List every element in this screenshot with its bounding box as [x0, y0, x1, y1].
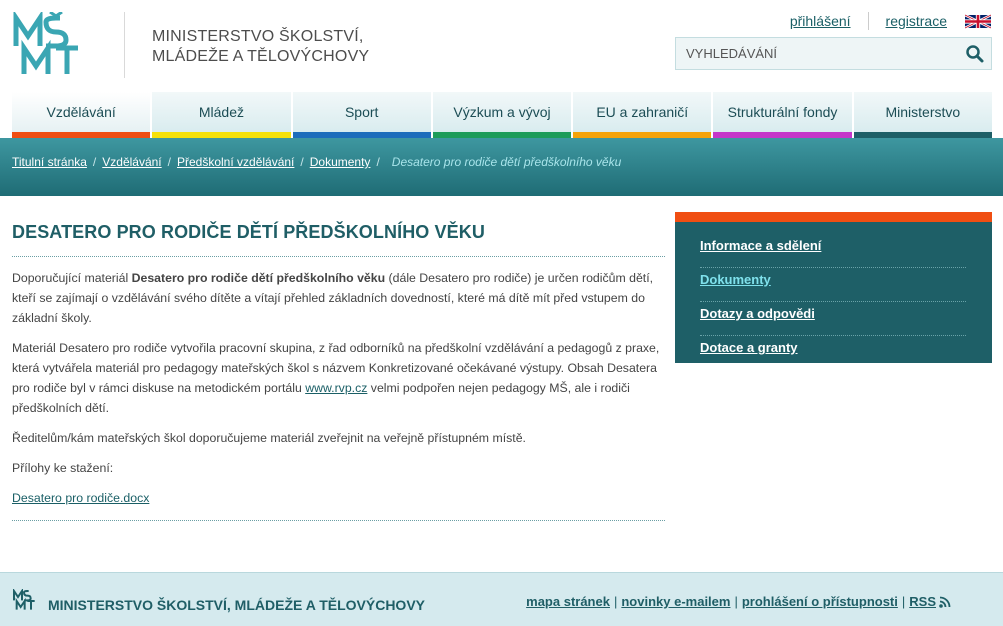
- org-name-line2: MLÁDEŽE A TĚLOVÝCHOVY: [152, 48, 370, 65]
- logo-divider: [124, 12, 125, 78]
- nav-item-sport[interactable]: Sport: [292, 92, 431, 138]
- breadcrumb-separator: /: [300, 155, 304, 169]
- paragraph-1: Doporučující materiál Desatero pro rodič…: [12, 268, 665, 328]
- attachment-link[interactable]: Desatero pro rodiče.docx: [12, 491, 149, 505]
- main-nav: Vzdělávání Mládež Sport Výzkum a vývoj E…: [12, 92, 992, 138]
- rss-icon[interactable]: [939, 596, 951, 608]
- nav-item-label: Vzdělávání: [46, 104, 116, 120]
- login-link[interactable]: přihlášení: [790, 13, 851, 29]
- nav-item-label: Strukturální fondy: [727, 104, 838, 120]
- breadcrumb: Titulní stránka / Vzdělávání / Předškoln…: [12, 155, 621, 169]
- msmt-logo[interactable]: [12, 12, 104, 78]
- nav-item-mladez[interactable]: Mládež: [152, 92, 291, 138]
- paragraph-2: Materiál Desatero pro rodiče vytvořila p…: [12, 338, 665, 418]
- top-links: přihlášení registrace: [790, 12, 991, 30]
- breadcrumb-bar: Titulní stránka / Vzdělávání / Předškoln…: [0, 138, 1003, 196]
- article-body: Doporučující materiál Desatero pro rodič…: [12, 257, 665, 508]
- nav-item-label: Sport: [344, 104, 379, 120]
- footer-separator: |: [734, 594, 738, 609]
- nav-item-ministerstvo[interactable]: Ministerstvo: [853, 92, 992, 138]
- main-content: DESATERO PRO RODIČE DĚTÍ PŘEDŠKOLNÍHO VĚ…: [12, 212, 665, 521]
- nav-item-label: Mládež: [198, 104, 244, 120]
- footer-separator: |: [901, 594, 906, 609]
- attachments-label: Přílohy ke stažení:: [12, 461, 114, 475]
- footer-logo[interactable]: [12, 589, 44, 611]
- footer-link-accessibility[interactable]: prohlášení o přístupnosti: [742, 594, 898, 609]
- attachment-item: Desatero pro rodiče.docx: [12, 488, 665, 508]
- nav-item-label: Výzkum a vývoj: [453, 104, 551, 120]
- breadcrumb-predskolni[interactable]: Předškolní vzdělávání: [177, 155, 294, 169]
- footer-link-rss[interactable]: RSS: [909, 594, 936, 609]
- org-name: MINISTERSTVO ŠKOLSTVÍ, MLÁDEŽE A TĚLOVÝC…: [152, 27, 369, 67]
- content-divider: [12, 520, 665, 521]
- page-title: DESATERO PRO RODIČE DĚTÍ PŘEDŠKOLNÍHO VĚ…: [12, 212, 665, 257]
- nav-item-vzdelavani[interactable]: Vzdělávání: [12, 92, 151, 138]
- breadcrumb-home[interactable]: Titulní stránka: [12, 155, 87, 169]
- side-item-informace[interactable]: Informace a sdělení: [700, 234, 966, 268]
- register-link[interactable]: registrace: [886, 13, 947, 29]
- footer-separator: |: [613, 594, 618, 609]
- top-links-divider: [867, 12, 869, 30]
- search-icon[interactable]: [965, 44, 985, 64]
- footer-link-newsletter[interactable]: novinky e-mailem: [621, 594, 730, 609]
- nav-item-strukturalni-fondy[interactable]: Strukturální fondy: [713, 92, 852, 138]
- breadcrumb-dokumenty[interactable]: Dokumenty: [310, 155, 371, 169]
- footer-link-sitemap[interactable]: mapa stránek: [526, 594, 610, 609]
- breadcrumb-separator: /: [92, 155, 97, 169]
- footer-links: mapa stránek | novinky e-mailem | prohlá…: [526, 594, 951, 609]
- nav-item-label: Ministerstvo: [885, 104, 961, 120]
- footer-org-name: MINISTERSTVO ŠKOLSTVÍ, MLÁDEŽE A TĚLOVÝC…: [48, 597, 425, 613]
- nav-item-vyzkum[interactable]: Výzkum a vývoj: [432, 92, 572, 138]
- breadcrumb-vzdelavani[interactable]: Vzdělávání: [102, 155, 161, 169]
- side-item-dokumenty[interactable]: Dokumenty: [700, 268, 966, 302]
- p1-text: Doporučující materiál: [12, 271, 132, 285]
- paragraph-3: Ředitelům/kám mateřských škol doporučuje…: [12, 431, 526, 445]
- breadcrumb-separator: /: [167, 155, 171, 169]
- uk-flag-icon[interactable]: [965, 13, 991, 30]
- breadcrumb-current: Desatero pro rodiče dětí předškolního vě…: [391, 155, 622, 169]
- search-input[interactable]: [676, 38, 956, 69]
- side-menu: Informace a sdělení Dokumenty Dotazy a o…: [675, 212, 992, 363]
- rvp-link[interactable]: www.rvp.cz: [305, 381, 367, 395]
- nav-item-label: EU a zahraničí: [596, 104, 689, 120]
- search-box: [675, 37, 992, 70]
- org-name-line1: MINISTERSTVO ŠKOLSTVÍ,: [152, 28, 364, 45]
- site-footer: MINISTERSTVO ŠKOLSTVÍ, MLÁDEŽE A TĚLOVÝC…: [0, 572, 1003, 626]
- site-header: MINISTERSTVO ŠKOLSTVÍ, MLÁDEŽE A TĚLOVÝC…: [0, 0, 1003, 92]
- side-item-dotace[interactable]: Dotace a granty: [700, 336, 966, 370]
- nav-item-eu[interactable]: EU a zahraničí: [573, 92, 712, 138]
- side-item-dotazy[interactable]: Dotazy a odpovědi: [700, 302, 966, 336]
- breadcrumb-separator: /: [376, 155, 380, 169]
- p1-bold: Desatero pro rodiče dětí předškolního vě…: [131, 271, 386, 285]
